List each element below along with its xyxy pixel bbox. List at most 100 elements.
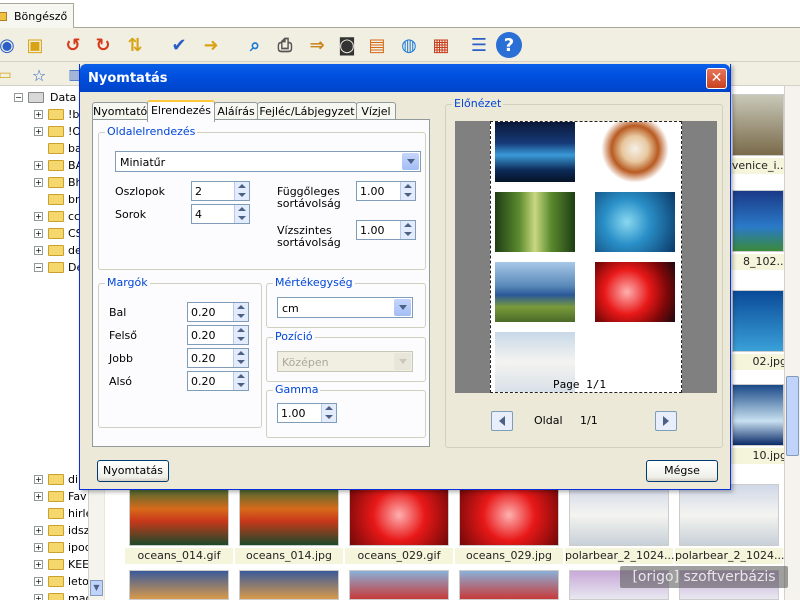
- thumbnail-scrollbar[interactable]: [784, 86, 800, 600]
- expand-icon[interactable]: +: [34, 577, 43, 586]
- move-icon[interactable]: ➜: [198, 32, 224, 58]
- tree-node-label: KEE: [68, 558, 90, 571]
- columns-stepper[interactable]: 2: [191, 181, 250, 201]
- camera-icon[interactable]: ◙: [334, 32, 360, 58]
- vspacing-stepper[interactable]: 1.00: [356, 181, 416, 201]
- globe-icon[interactable]: ◍: [396, 32, 422, 58]
- help-icon[interactable]: ?: [496, 32, 522, 58]
- spin-arrows-icon[interactable]: [233, 349, 248, 367]
- collapse-icon[interactable]: −: [14, 93, 23, 102]
- spin-arrows-icon[interactable]: [233, 372, 248, 390]
- view-icon[interactable]: ◉: [0, 32, 20, 58]
- hspacing-value: 1.00: [360, 224, 385, 237]
- spin-arrows-icon[interactable]: [234, 182, 249, 200]
- folder-view-icon[interactable]: ▣: [22, 32, 48, 58]
- top-margin-stepper[interactable]: 0.20: [187, 325, 249, 345]
- expand-icon[interactable]: +: [34, 229, 43, 238]
- collapse-icon[interactable]: −: [34, 263, 43, 272]
- app-tab-bar: Böngésző: [0, 0, 800, 28]
- hspacing-stepper[interactable]: 1.00: [356, 220, 416, 240]
- folder-icon[interactable]: ▭: [0, 62, 18, 88]
- scroll-thumb[interactable]: [786, 376, 799, 456]
- tab-browser[interactable]: Böngésző: [0, 3, 74, 28]
- print-button[interactable]: Nyomtatás: [97, 460, 169, 482]
- close-button[interactable]: ✕: [706, 68, 727, 89]
- expand-icon[interactable]: +: [34, 560, 43, 569]
- expand-icon[interactable]: +: [34, 161, 43, 170]
- thumbnail-image[interactable]: [732, 190, 784, 252]
- select-icon[interactable]: ✔: [166, 32, 192, 58]
- thumbnail-image[interactable]: [732, 94, 784, 156]
- cancel-button[interactable]: Mégse: [646, 460, 718, 482]
- folder-icon: [48, 245, 64, 256]
- thumbnail-image[interactable]: [569, 484, 669, 546]
- expand-icon[interactable]: +: [34, 246, 43, 255]
- grid-icon[interactable]: ▦: [428, 32, 454, 58]
- top-margin-value: 0.20: [191, 329, 216, 342]
- expand-icon[interactable]: +: [34, 543, 43, 552]
- thumbnail-image[interactable]: [349, 484, 449, 546]
- export-icon[interactable]: ⇒: [304, 32, 330, 58]
- columns-label: Oszlopok: [115, 185, 166, 198]
- layout-mode-select[interactable]: Miniatűr: [115, 151, 421, 172]
- scroll-down-button[interactable]: ▼: [90, 580, 103, 596]
- list-icon[interactable]: ☰: [466, 32, 492, 58]
- thumbnail-image[interactable]: [239, 570, 339, 600]
- unit-title: Mértékegység: [273, 276, 355, 289]
- flip-icon[interactable]: ⇅: [122, 32, 148, 58]
- favorites-icon[interactable]: ☆: [26, 62, 52, 88]
- thumbnail-image[interactable]: [349, 570, 449, 600]
- gamma-stepper[interactable]: 1.00: [277, 403, 337, 423]
- thumbnail-image[interactable]: [732, 384, 784, 446]
- next-page-button[interactable]: [655, 411, 677, 431]
- thumbnail-image[interactable]: [129, 484, 229, 546]
- thumbnail-label: 10.jpg: [729, 448, 787, 464]
- thumbnail-image[interactable]: [732, 290, 784, 352]
- bottom-margin-stepper[interactable]: 0.20: [187, 371, 249, 391]
- tab-layout[interactable]: Elrendezés: [147, 100, 215, 122]
- drive-icon: [28, 92, 44, 103]
- thumbnail-image[interactable]: [459, 570, 559, 600]
- rotate-right-icon[interactable]: ↻: [90, 32, 116, 58]
- position-select[interactable]: Középen: [277, 351, 413, 372]
- thumbnail-image[interactable]: [129, 570, 229, 600]
- rows-value: 4: [195, 208, 202, 221]
- tree-node-label: leto: [68, 575, 89, 588]
- spin-arrows-icon[interactable]: [233, 303, 248, 321]
- expand-icon[interactable]: +: [34, 492, 43, 501]
- right-margin-stepper[interactable]: 0.20: [187, 348, 249, 368]
- spin-arrows-icon[interactable]: [321, 404, 336, 422]
- expand-icon[interactable]: +: [34, 178, 43, 187]
- expand-icon[interactable]: +: [34, 526, 43, 535]
- rows-stepper[interactable]: 4: [191, 204, 250, 224]
- vspacing-label-2: sortávolság: [277, 197, 341, 210]
- spin-arrows-icon[interactable]: [234, 205, 249, 223]
- vspacing-value: 1.00: [360, 185, 385, 198]
- thumbnail-image[interactable]: [459, 484, 559, 546]
- thumbnail-image[interactable]: [239, 484, 339, 546]
- thumbnail-image[interactable]: [679, 484, 779, 546]
- expand-icon[interactable]: +: [34, 110, 43, 119]
- spin-arrows-icon[interactable]: [400, 182, 415, 200]
- expand-icon[interactable]: +: [34, 594, 43, 600]
- prev-page-button[interactable]: [491, 411, 513, 431]
- printer-icon[interactable]: ⎙: [272, 32, 298, 58]
- folder-icon: [48, 576, 64, 587]
- expand-icon[interactable]: +: [34, 212, 43, 221]
- left-margin-stepper[interactable]: 0.20: [187, 302, 249, 322]
- bottom-margin-label: Alsó: [109, 375, 133, 388]
- spin-arrows-icon[interactable]: [400, 221, 415, 239]
- position-group: Pozíció Középen: [266, 330, 426, 382]
- margins-group: Margók Bal 0.20 Felső 0.20 Jobb 0.20 Als…: [98, 276, 262, 428]
- unit-select[interactable]: cm: [277, 297, 413, 318]
- layout-tab-panel: Oldalelrendezés Miniatűr Oszlopok 2 Soro…: [92, 119, 430, 447]
- search-icon[interactable]: ⌕: [242, 32, 268, 58]
- expand-icon[interactable]: +: [34, 475, 43, 484]
- right-margin-label: Jobb: [109, 352, 133, 365]
- rotate-left-icon[interactable]: ↺: [60, 32, 86, 58]
- folder-icon: [48, 559, 64, 570]
- folder-icon: [48, 593, 64, 600]
- spin-arrows-icon[interactable]: [233, 326, 248, 344]
- expand-icon[interactable]: +: [34, 127, 43, 136]
- film-icon[interactable]: ▤: [364, 32, 390, 58]
